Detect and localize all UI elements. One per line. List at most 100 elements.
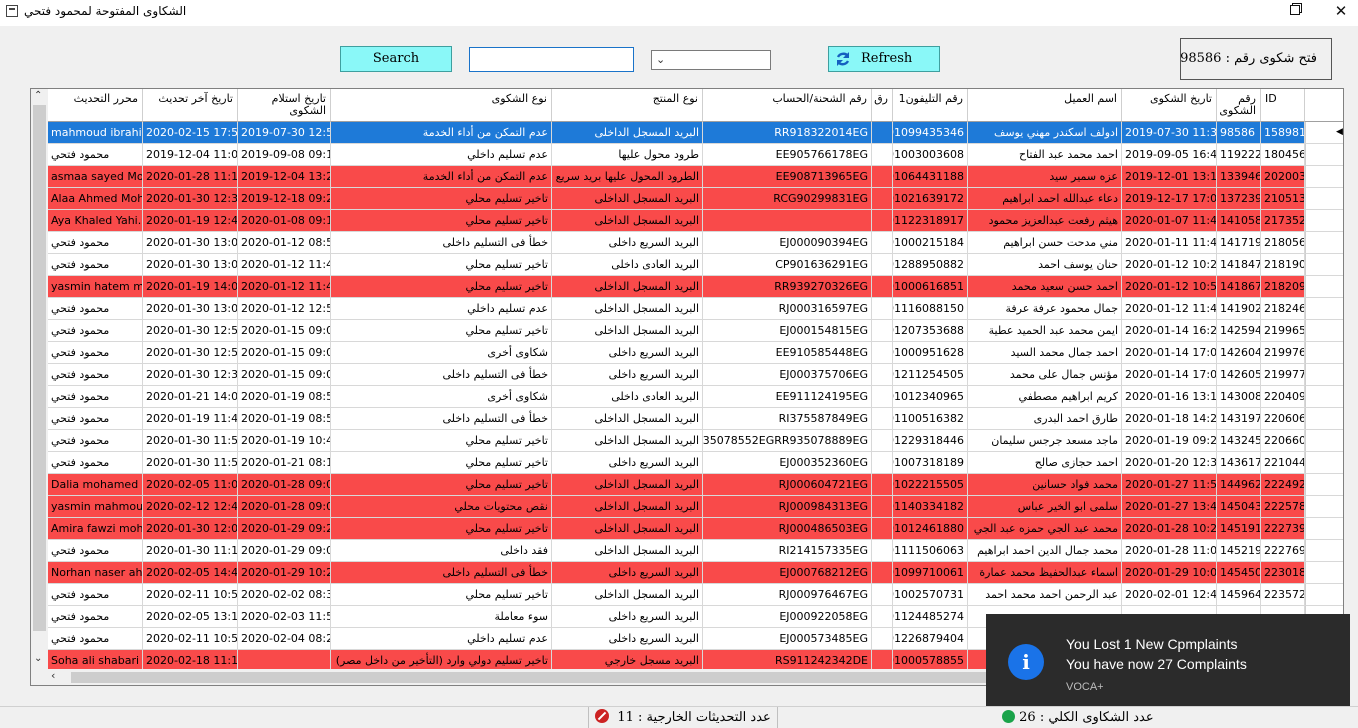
cell-last-update[interactable]: 2020-01-30 12:31 <box>143 364 238 386</box>
row-header[interactable] <box>1305 562 1343 584</box>
cell-editor[interactable]: محمود فتحي <box>48 430 143 452</box>
cell-id[interactable]: 218190 <box>1261 254 1305 276</box>
cell-id[interactable]: 219976 <box>1261 342 1305 364</box>
cell-shipment-number[interactable]: EJ000375706EG <box>703 364 872 386</box>
cell-extra[interactable] <box>872 188 893 210</box>
cell-shipment-number[interactable]: RJ000976467EG <box>703 584 872 606</box>
cell-product-type[interactable]: البريد السريع داخلى <box>552 606 703 628</box>
cell-shipment-number[interactable]: RI375587849EG <box>703 408 872 430</box>
cell-customer-name[interactable]: احمد حجازى صالح <box>968 452 1122 474</box>
cell-complaint-number[interactable]: 119222 <box>1217 144 1261 166</box>
cell-id[interactable]: 222769 <box>1261 540 1305 562</box>
cell-last-update[interactable]: 2020-01-19 14:08 <box>143 276 238 298</box>
close-button[interactable]: ✕ <box>1318 0 1358 24</box>
cell-last-update[interactable]: 2020-02-05 11:00 <box>143 474 238 496</box>
cell-complaint-type[interactable]: شكاوى أخرى <box>331 342 552 364</box>
cell-phone[interactable]: 01012461880 <box>893 518 968 540</box>
cell-received-date[interactable]: 2020-01-29 09:09 <box>238 540 331 562</box>
cell-product-type[interactable]: البريد المسجل الداخلى <box>552 474 703 496</box>
cell-last-update[interactable]: 2020-01-30 13:03 <box>143 254 238 276</box>
cell-complaint-number[interactable]: 133946 <box>1217 166 1261 188</box>
cell-shipment-number[interactable]: EJ000768212EG <box>703 562 872 584</box>
cell-editor[interactable]: محمود فتحي <box>48 298 143 320</box>
cell-extra[interactable] <box>872 144 893 166</box>
column-header-received-date[interactable]: تاريخ استلام الشكوى <box>238 89 331 122</box>
cell-extra[interactable] <box>872 232 893 254</box>
cell-customer-name[interactable]: محمد عبد الجي حمزه عبد الجي <box>968 518 1122 540</box>
cell-complaint-date[interactable]: 2020-01-29 10:03 <box>1122 562 1217 584</box>
cell-id[interactable]: 221044 <box>1261 452 1305 474</box>
cell-complaint-type[interactable]: عدم تسليم داخلي <box>331 298 552 320</box>
column-header-id[interactable]: ID <box>1261 89 1305 122</box>
cell-product-type[interactable]: البريد المسجل الداخلى <box>552 408 703 430</box>
cell-customer-name[interactable]: عزه سمير سيد <box>968 166 1122 188</box>
cell-editor[interactable]: Alaa Ahmed Moh... <box>48 188 143 210</box>
table-row[interactable]: محمود فتحي 2020-01-30 13:01 2020-01-12 12:… <box>48 298 1343 320</box>
cell-shipment-number[interactable] <box>703 210 872 232</box>
row-header[interactable] <box>1305 276 1343 298</box>
cell-complaint-type[interactable]: خطأ فى التسليم داخلى <box>331 408 552 430</box>
table-row[interactable]: محمود فتحي 2020-01-19 11:44 2020-01-19 08:… <box>48 408 1343 430</box>
cell-product-type[interactable]: البريد المسجل الداخلى <box>552 188 703 210</box>
cell-id[interactable]: 210513 <box>1261 188 1305 210</box>
cell-phone[interactable]: 01226879404 <box>893 628 968 650</box>
cell-complaint-number[interactable]: 143008 <box>1217 386 1261 408</box>
cell-product-type[interactable]: البريد السريع داخلى <box>552 364 703 386</box>
cell-id[interactable]: 219965 <box>1261 320 1305 342</box>
cell-extra[interactable] <box>872 166 893 188</box>
cell-shipment-number[interactable]: EJ000352360EG <box>703 452 872 474</box>
table-row[interactable]: Alaa Ahmed Moh...2020-01-30 12:31 2019-12… <box>48 188 1343 210</box>
cell-complaint-number[interactable]: 137239 <box>1217 188 1261 210</box>
cell-complaint-type[interactable]: تاخير تسليم محلي <box>331 452 552 474</box>
row-header[interactable] <box>1305 166 1343 188</box>
cell-extra[interactable] <box>872 298 893 320</box>
cell-complaint-date[interactable]: 2020-01-12 10:21 <box>1122 254 1217 276</box>
refresh-button[interactable]: Refresh <box>828 46 940 72</box>
cell-complaint-number[interactable]: 141058 <box>1217 210 1261 232</box>
cell-id[interactable]: 218209 <box>1261 276 1305 298</box>
scroll-left-icon[interactable]: ‹ <box>51 669 55 682</box>
cell-extra[interactable] <box>872 320 893 342</box>
cell-received-date[interactable]: 2019-09-08 09:16 <box>238 144 331 166</box>
cell-customer-name[interactable]: ادولف اسكندر مهني يوسف <box>968 122 1122 144</box>
table-row[interactable]: محمود فتحي 2020-02-11 10:54 2020-02-02 08:… <box>48 584 1343 606</box>
cell-editor[interactable]: محمود فتحي <box>48 386 143 408</box>
cell-editor[interactable]: Norhan naser ah... <box>48 562 143 584</box>
table-row[interactable]: محمود فتحي 2020-01-21 14:02 2020-01-19 08:… <box>48 386 1343 408</box>
cell-phone[interactable]: 01000951628 <box>893 342 968 364</box>
row-header[interactable] <box>1305 342 1343 364</box>
row-header[interactable] <box>1305 210 1343 232</box>
cell-last-update[interactable]: 2020-01-21 14:02 <box>143 386 238 408</box>
cell-customer-name[interactable]: جمال محمود عرفة عرفة <box>968 298 1122 320</box>
table-row[interactable]: محمود فتحي 2020-01-30 11:55 2020-01-21 08:… <box>48 452 1343 474</box>
table-row[interactable]: yasmin mahmou...2020-02-12 12:422020-01-… <box>48 496 1343 518</box>
cell-received-date[interactable]: 2020-01-08 09:16 <box>238 210 331 232</box>
cell-complaint-type[interactable]: عدم التمكن من أداء الخدمة <box>331 166 552 188</box>
cell-last-update[interactable]: 2020-02-11 10:54 <box>143 584 238 606</box>
cell-id[interactable]: 222739 <box>1261 518 1305 540</box>
cell-editor[interactable]: محمود فتحي <box>48 408 143 430</box>
cell-complaint-date[interactable]: 2019-12-17 17:01 <box>1122 188 1217 210</box>
cell-extra[interactable] <box>872 276 893 298</box>
cell-complaint-date[interactable]: 2020-01-16 13:12 <box>1122 386 1217 408</box>
cell-last-update[interactable]: 2019-12-04 11:01 <box>143 144 238 166</box>
cell-last-update[interactable]: 2020-02-11 10:52 <box>143 628 238 650</box>
cell-complaint-date[interactable]: 2020-01-28 11:00 <box>1122 540 1217 562</box>
column-header-phone[interactable]: رقم التليفون1 <box>893 89 968 122</box>
cell-editor[interactable]: محمود فتحي <box>48 232 143 254</box>
cell-phone[interactable]: 01211254505 <box>893 364 968 386</box>
cell-complaint-type[interactable]: خطأ فى التسليم داخلى <box>331 562 552 584</box>
cell-editor[interactable]: محمود فتحي <box>48 540 143 562</box>
column-header-customer-name[interactable]: اسم العميل <box>968 89 1122 122</box>
cell-editor[interactable]: محمود فتحي <box>48 144 143 166</box>
cell-complaint-type[interactable]: تاخير تسليم محلي <box>331 210 552 232</box>
cell-complaint-date[interactable]: 2020-01-11 11:49 <box>1122 232 1217 254</box>
row-header[interactable] <box>1305 584 1343 606</box>
cell-complaint-date[interactable]: 2020-01-12 11:41 <box>1122 298 1217 320</box>
cell-received-date[interactable]: 2020-02-04 08:29 <box>238 628 331 650</box>
cell-last-update[interactable]: 2020-01-30 12:31 <box>143 188 238 210</box>
cell-extra[interactable] <box>872 408 893 430</box>
cell-phone[interactable]: 01000215184 <box>893 232 968 254</box>
cell-phone[interactable]: 01099435346 <box>893 122 968 144</box>
cell-received-date[interactable]: 2020-02-02 08:36 <box>238 584 331 606</box>
